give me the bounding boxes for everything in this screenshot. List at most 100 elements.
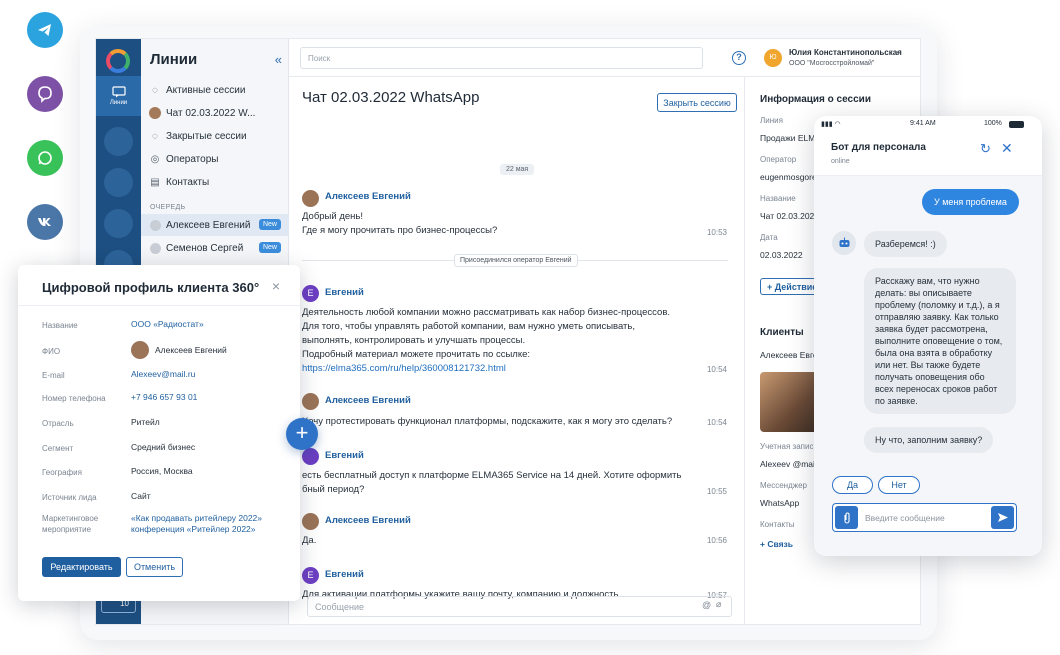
field-label: Название <box>42 321 78 330</box>
field-value: 02.03.2022 <box>760 250 803 260</box>
chat-bubble-icon: ◌ <box>152 130 158 142</box>
session-info-title: Информация о сессии <box>760 94 871 105</box>
sidebar-item-current-chat[interactable]: Чат 02.03.2022 W... <box>149 107 255 119</box>
user-name[interactable]: Юлия Константинопольская <box>789 48 902 57</box>
bot-message: Разберемся! :) <box>864 231 947 257</box>
close-session-button[interactable]: Закрыть сессию <box>657 93 737 112</box>
user-message: У меня проблема <box>922 189 1019 215</box>
message-input[interactable]: Сообщение <box>307 596 732 617</box>
battery-level: 100% <box>984 120 1002 127</box>
field-label: Номер телефона <box>42 394 106 403</box>
emoji-icon[interactable]: @ <box>702 600 711 610</box>
avatar <box>131 341 149 359</box>
event-link[interactable]: «Как продавать ритейлеру 2022» конференц… <box>131 513 271 535</box>
field-label: ФИО <box>42 347 61 356</box>
message-text: Хочу протестировать функционал платформы… <box>302 416 673 427</box>
close-icon[interactable]: ✕ <box>1001 140 1013 157</box>
clients-title: Клиенты <box>760 327 804 338</box>
whatsapp-icon <box>27 140 63 176</box>
chat-title: Чат 02.03.2022 WhatsApp <box>302 89 480 106</box>
rail-app-placeholder[interactable] <box>104 209 133 238</box>
new-badge: New <box>258 219 281 230</box>
field-label: Контакты <box>760 520 795 529</box>
chevron-down-icon[interactable]: ⌄ <box>895 47 902 56</box>
rail-item-lines[interactable]: Линии <box>96 76 141 116</box>
collapse-icon[interactable]: « <box>275 52 282 67</box>
message-time: 10:55 <box>706 487 727 496</box>
close-icon[interactable]: × <box>272 278 280 294</box>
queue-item[interactable]: Семенов Сергей New <box>141 237 289 259</box>
send-icon <box>997 513 1008 522</box>
add-contact-link[interactable]: + Связь <box>760 539 793 549</box>
send-button[interactable] <box>991 506 1014 529</box>
field-value: Россия, Москва <box>131 466 193 476</box>
field-label: Источник лида <box>42 493 97 502</box>
phone-message-input[interactable]: Введите сообщение <box>832 503 1017 532</box>
message-author: Евгений <box>325 450 364 461</box>
user-avatar[interactable]: Ю <box>764 49 782 67</box>
avatar: E <box>302 567 319 584</box>
message-author: Алексеев Евгений <box>325 515 411 526</box>
field-label: Дата <box>760 233 778 242</box>
field-value: Ритейл <box>131 417 160 427</box>
field-label: Учетная запис <box>760 442 814 451</box>
contacts-icon: ▤ <box>150 176 160 188</box>
rail-app-placeholder[interactable] <box>104 127 133 156</box>
attach-button[interactable] <box>835 506 858 529</box>
sidebar-item-operators[interactable]: ◎ Операторы <box>149 153 219 165</box>
divider <box>18 305 300 306</box>
quick-reply-no[interactable]: Нет <box>878 476 920 494</box>
search-input[interactable]: Поиск <box>300 47 703 69</box>
avatar <box>302 393 319 410</box>
field-value: Чат 02.03.202 <box>760 211 815 221</box>
field-label: Отрасль <box>42 419 74 428</box>
bot-title: Бот для персонала <box>831 142 926 153</box>
avatar <box>149 107 161 119</box>
email-link[interactable]: Alexeev@mail.ru <box>131 369 195 380</box>
client-photo <box>760 372 820 432</box>
field-label: Оператор <box>760 155 797 164</box>
customer-profile-card: Цифровой профиль клиента 360° × Название… <box>18 265 300 601</box>
field-value: Сайт <box>131 491 151 501</box>
rail-app-placeholder[interactable] <box>104 168 133 197</box>
phone-status-bar: ▮▮▮ ◠ 9:41 AM 100% <box>814 116 1042 132</box>
cancel-button[interactable]: Отменить <box>126 557 183 577</box>
add-action-button[interactable]: + Действие <box>760 278 820 295</box>
field-label: География <box>42 468 82 477</box>
avatar <box>150 219 161 231</box>
avatar <box>302 190 319 207</box>
refresh-icon[interactable]: ↻ <box>980 141 991 157</box>
telegram-icon <box>27 12 63 48</box>
phone-link[interactable]: +7 946 657 93 01 <box>131 392 197 403</box>
paperclip-icon <box>843 512 850 524</box>
sidebar-item-active-sessions[interactable]: ◌ Активные сессии <box>149 84 245 96</box>
operators-icon: ◎ <box>150 153 160 165</box>
add-button[interactable]: + <box>286 418 318 450</box>
sidebar-item-contacts[interactable]: ▤ Контакты <box>149 176 209 188</box>
card-title: Цифровой профиль клиента 360° <box>42 280 260 295</box>
bot-status: online <box>831 158 850 165</box>
sidebar-item-closed-sessions[interactable]: ◌ Закрытые сессии <box>149 130 247 142</box>
field-label: Мессенджер <box>760 481 807 490</box>
field-label: Название <box>760 194 796 203</box>
phone-bot-mockup: ▮▮▮ ◠ 9:41 AM 100% Бот для персонала onl… <box>814 116 1042 556</box>
field-label: Маркетинговое мероприятие <box>42 514 99 534</box>
queue-item[interactable]: Алексеев Евгений New <box>141 214 289 236</box>
attach-icon[interactable]: ⌀ <box>716 599 721 610</box>
queue-heading: ОЧЕРЕДЬ <box>150 204 186 211</box>
message-link[interactable]: https://elma365.com/ru/help/360008121732… <box>302 363 506 374</box>
company-link[interactable]: ООО «Радиостат» <box>131 319 204 330</box>
message-time: 10:54 <box>706 418 727 427</box>
client-name: Алексеев Евге <box>760 350 818 360</box>
edit-button[interactable]: Редактировать <box>42 557 121 577</box>
user-organization: ООО "Мосгосстройломай" <box>789 60 875 67</box>
avatar <box>302 513 319 530</box>
help-icon[interactable]: ? <box>732 51 746 65</box>
message-time: 10:54 <box>706 365 727 374</box>
phone-chat-header: Бот для персонала online ↻ ✕ <box>814 132 1042 176</box>
battery-icon <box>1009 121 1024 128</box>
message-time: 10:53 <box>706 228 727 237</box>
chat-bubble-icon: ◌ <box>152 84 158 96</box>
field-label: Сегмент <box>42 444 74 453</box>
quick-reply-yes[interactable]: Да <box>832 476 873 494</box>
